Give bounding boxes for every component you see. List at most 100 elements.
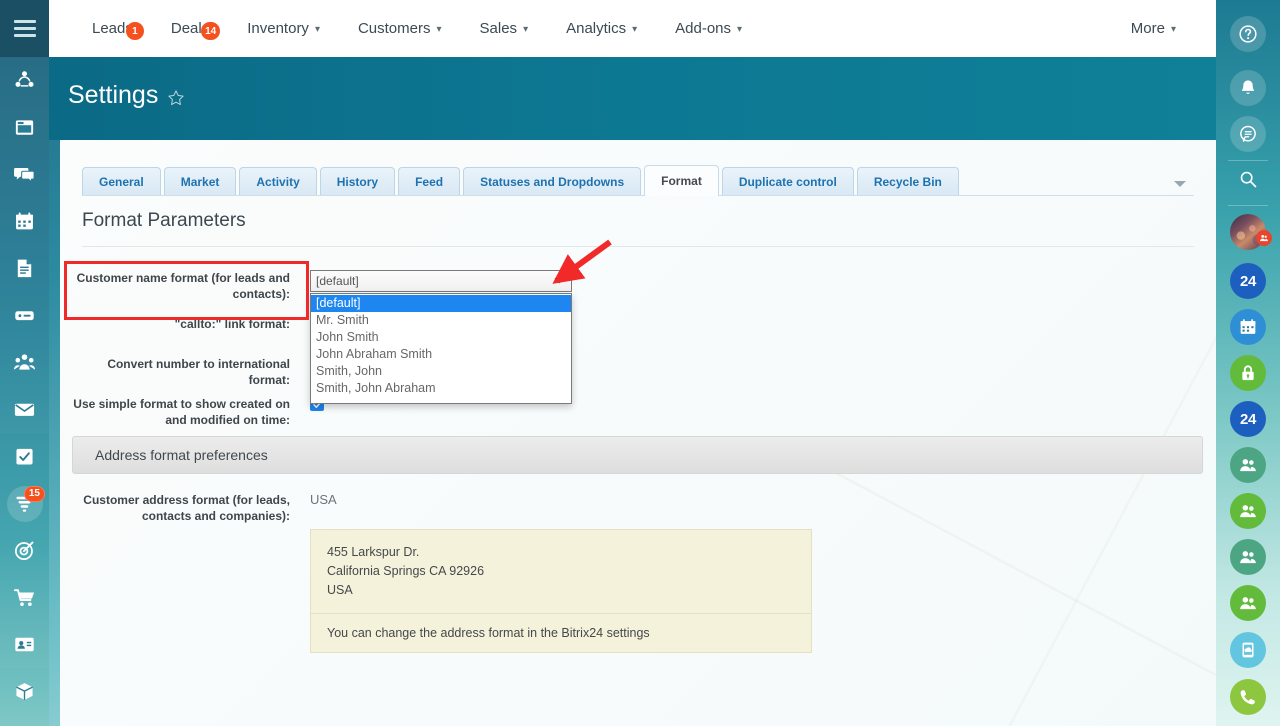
convert-international-label: Convert number to international format: [107,357,290,387]
right-sidebar-item-people[interactable] [1230,447,1266,483]
tab-feed[interactable]: Feed [398,167,461,196]
tab-market[interactable]: Market [163,167,237,196]
left-sidebar-items: 15 TSSU [0,57,49,726]
sidebar-item-box[interactable] [0,715,49,726]
network-icon [15,71,34,87]
nav-item-sales[interactable]: Sales ▾ [461,20,548,37]
right-sidebar-item-phone[interactable] [1230,679,1266,715]
people-icon [1260,235,1268,242]
contact-card-icon [15,637,34,652]
help-icon [1239,25,1257,43]
nav-items: Leads 1 Deals 14 Inventory ▾ Customers ▾ Sales ▾ A… [73,20,761,40]
tab-general[interactable]: General [82,167,161,196]
sidebar-item-network[interactable] [0,57,49,104]
address-format-control: USA [310,492,337,524]
right-sidebar-item-people[interactable] [1230,585,1266,621]
right-sidebar-item-bitrix24[interactable]: 24 [1230,263,1266,299]
select-option[interactable]: Smith, John [311,363,571,380]
mail-icon [14,403,35,416]
customer-name-format-options-list[interactable]: [default] Mr. Smith John Smith John Abraham… [310,293,572,404]
address-line: 455 Larkspur Dr. [327,545,420,559]
page-title: Settings [68,81,159,109]
chevron-down-icon: ▾ [1170,24,1176,35]
select-option[interactable]: John Smith [311,329,571,346]
nav-item-label: Add-ons [675,20,732,37]
nav-item-deals[interactable]: Deals 14 [152,20,228,40]
sidebar-item-document[interactable] [0,245,49,292]
tab-recycle-bin[interactable]: Recycle Bin [856,167,959,196]
nav-item-customers[interactable]: Customers ▾ [339,20,461,37]
address-preview-box: 455 Larkspur Dr. California Springs CA 92… [310,529,812,614]
address-format-value[interactable]: USA [310,492,337,507]
tasks-icon [16,448,33,465]
divider [82,246,1194,247]
chevron-down-icon[interactable] [1174,181,1186,187]
address-format-label: Customer address format (for leads, cont… [83,493,290,523]
hamburger-menu-button[interactable] [0,0,49,57]
address-preview-lines: 455 Larkspur Dr. California Springs CA 92… [327,543,795,600]
avatar-status-badge [1256,230,1272,246]
address-line: USA [327,583,353,597]
target-icon [15,541,34,560]
tab-duplicate-control[interactable]: Duplicate control [721,167,854,196]
people-icon [1240,551,1256,564]
chevron-down-icon: ▾ [314,24,320,35]
box-icon [16,683,33,700]
sidebar-item-target[interactable] [0,527,49,574]
content-panel: General Market Activity History Feed Statuses… [60,140,1216,726]
sidebar-item-box[interactable] [0,668,49,715]
tab-history[interactable]: History [319,167,396,196]
tab-format[interactable]: Format [644,165,719,196]
customer-name-format-control: [default] [default] Mr. Smith John Smith Jo… [310,270,572,404]
sidebar-item-news[interactable] [0,104,49,151]
nav-item-analytics[interactable]: Analytics ▾ [547,20,656,37]
nav-item-badge: 1 [125,22,144,40]
nav-item-more[interactable]: More ▾ [1112,20,1216,37]
select-option[interactable]: Mr. Smith [311,312,571,329]
left-sidebar: 15 TSSU [0,0,49,726]
sidebar-item-badge: 15 [23,486,45,502]
hamburger-icon [13,16,36,41]
right-sidebar-item-mobile-cloud[interactable] [1230,632,1266,668]
sidebar-item-contact-card[interactable] [0,621,49,668]
right-sidebar-item-people[interactable] [1230,493,1266,529]
right-sidebar-item-lock[interactable] [1230,355,1266,391]
select-option[interactable]: John Abraham Smith [311,346,571,363]
right-sidebar-item-bell[interactable] [1230,70,1266,106]
sidebar-item-tasks[interactable] [0,433,49,480]
tab-statuses-and-dropdowns[interactable]: Statuses and Dropdowns [463,167,642,196]
customer-name-format-label: Customer name format (for leads and cont… [76,271,290,301]
sidebar-item-calendar[interactable] [0,198,49,245]
sidebar-item-cart[interactable] [0,574,49,621]
customer-name-format-select[interactable]: [default] [310,270,572,292]
right-sidebar-item-calendar[interactable] [1230,309,1266,345]
sidebar-item-funnel[interactable]: 15 [0,480,49,527]
right-sidebar-item-people[interactable] [1230,539,1266,575]
tab-activity[interactable]: Activity [239,167,317,196]
sidebar-item-drive[interactable] [0,292,49,339]
right-sidebar-item-bitrix24[interactable]: 24 [1230,401,1266,437]
sidebar-item-chat[interactable] [0,151,49,198]
star-icon[interactable] [167,89,185,107]
customer-name-format-select-wrap: [default] [default] Mr. Smith John Smith Jo… [310,270,572,404]
nav-item-add-ons[interactable]: Add-ons ▾ [656,20,761,37]
sidebar-item-group[interactable] [0,339,49,386]
select-option[interactable]: [default] [311,295,571,312]
phone-icon [1240,690,1255,705]
chat-icon [14,167,35,183]
tabs-underline [82,195,1194,196]
select-option[interactable]: Smith, John Abraham [311,380,571,397]
people-icon [1240,459,1256,472]
right-sidebar-item-messenger[interactable] [1230,116,1266,152]
drive-icon [15,311,34,321]
address-line: California Springs CA 92926 [327,564,485,578]
messenger-icon [1240,125,1256,142]
chevron-down-icon: ▾ [436,24,442,35]
people-icon [1240,505,1256,518]
nav-item-leads[interactable]: Leads 1 [73,20,152,40]
right-sidebar-item-help[interactable] [1230,16,1266,52]
nav-item-inventory[interactable]: Inventory ▾ [228,20,339,37]
right-sidebar-item-search[interactable] [1230,161,1266,197]
settings-tabs: General Market Activity History Feed Statuses… [82,165,1194,196]
sidebar-item-mail[interactable] [0,386,49,433]
